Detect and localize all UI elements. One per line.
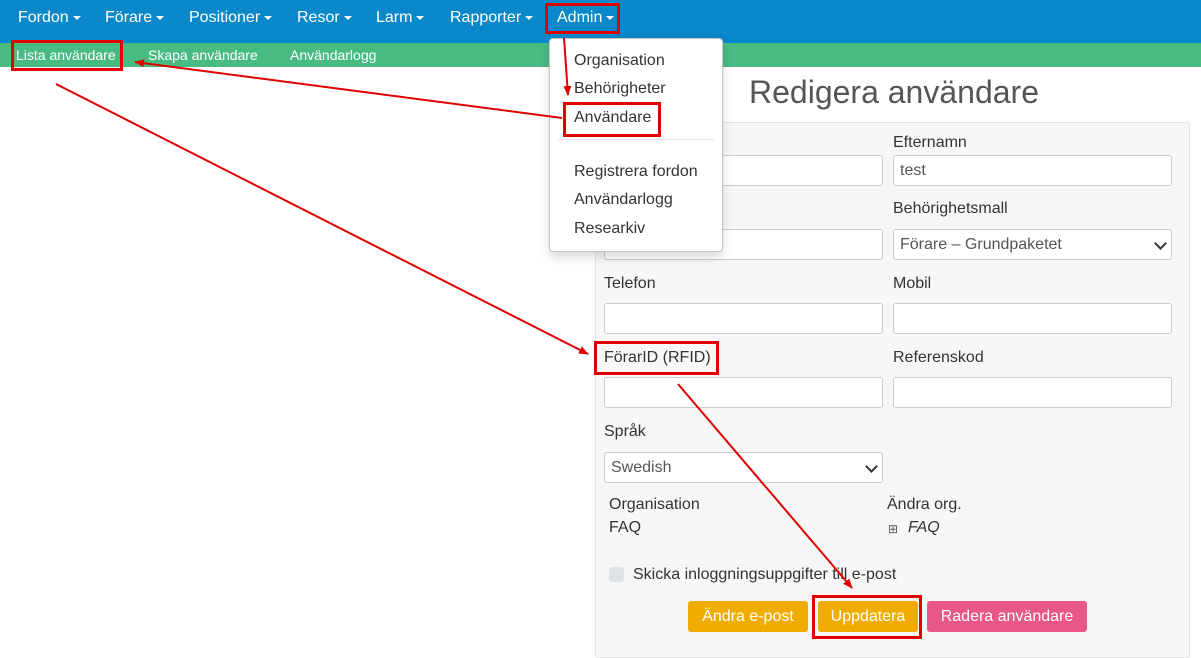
nav-fordon[interactable]: Fordon [18, 0, 81, 36]
subnav-anvandarlogg[interactable]: Användarlogg [290, 43, 376, 67]
mobil-field[interactable] [893, 303, 1172, 334]
efternamn-label: Efternamn [893, 134, 967, 151]
menu-item-organisation[interactable]: Organisation [574, 52, 665, 70]
caret-down-icon [264, 15, 273, 20]
radera-anvandare-button[interactable]: Radera användare [927, 601, 1087, 632]
send-login-label: Skicka inloggningsuppgifter till e-post [633, 566, 897, 583]
behorighetsmall-select[interactable]: Förare – Grundpaketet [893, 229, 1172, 260]
andra-org-tree-item[interactable]: FAQ [908, 519, 940, 537]
nav-positioner[interactable]: Positioner [189, 0, 273, 36]
organisation-value: FAQ [609, 519, 642, 536]
top-navbar: Fordon Förare Positioner Resor Larm Rapp… [0, 0, 1201, 43]
telefon-field[interactable] [604, 303, 883, 334]
send-login-checkbox[interactable] [609, 567, 624, 582]
chevron-down-icon [1154, 237, 1167, 250]
caret-down-icon [416, 15, 425, 20]
nav-rapporter[interactable]: Rapporter [450, 0, 534, 36]
forarid-label: FörarID (RFID) [604, 349, 711, 366]
sprak-label: Språk [604, 423, 646, 440]
nav-forare[interactable]: Förare [105, 0, 165, 36]
caret-down-icon [606, 15, 615, 20]
sprak-value: Swedish [611, 459, 672, 476]
andra-org-label: Ändra org. [887, 496, 962, 513]
organisation-label: Organisation [609, 496, 700, 513]
nav-resor[interactable]: Resor [297, 0, 352, 36]
page-title: Redigera användare [749, 74, 1039, 110]
caret-down-icon [156, 15, 165, 20]
mobil-label: Mobil [893, 275, 932, 292]
menu-item-anvandare[interactable]: Användare [574, 109, 651, 127]
uppdatera-button[interactable]: Uppdatera [818, 601, 918, 632]
expand-tree-icon[interactable]: ⊞ [888, 522, 898, 536]
menu-divider [558, 139, 714, 140]
menu-item-anvandarlogg[interactable]: Användarlogg [574, 191, 673, 209]
chevron-down-icon [865, 460, 878, 473]
arrow-lista-to-forarid [55, 83, 589, 355]
behorighetsmall-value: Förare – Grundpaketet [900, 236, 1062, 253]
telefon-label: Telefon [604, 275, 656, 292]
subnav-skapa-anvandare[interactable]: Skapa användare [148, 43, 258, 67]
andra-epost-button[interactable]: Ändra e-post [688, 601, 808, 632]
sprak-select[interactable]: Swedish [604, 452, 883, 483]
admin-dropdown-menu: Organisation Behörigheter Användare Regi… [549, 38, 723, 252]
caret-down-icon [525, 15, 534, 20]
forarid-field[interactable] [604, 377, 883, 408]
caret-down-icon [72, 15, 81, 20]
efternamn-field[interactable]: test [893, 155, 1172, 186]
behorighetsmall-label: Behörighetsmall [893, 200, 1008, 217]
caret-down-icon [343, 15, 352, 20]
arrow-anvandare-to-lista [134, 59, 563, 119]
menu-item-researkiv[interactable]: Researkiv [574, 220, 645, 238]
menu-item-registrera-fordon[interactable]: Registrera fordon [574, 163, 698, 181]
subnav-lista-anvandare[interactable]: Lista användare [16, 43, 116, 67]
referenskod-field[interactable] [893, 377, 1172, 408]
referenskod-label: Referenskod [893, 349, 984, 366]
nav-admin[interactable]: Admin [557, 0, 615, 36]
nav-larm[interactable]: Larm [376, 0, 425, 36]
menu-item-behorigheter[interactable]: Behörigheter [574, 80, 666, 98]
